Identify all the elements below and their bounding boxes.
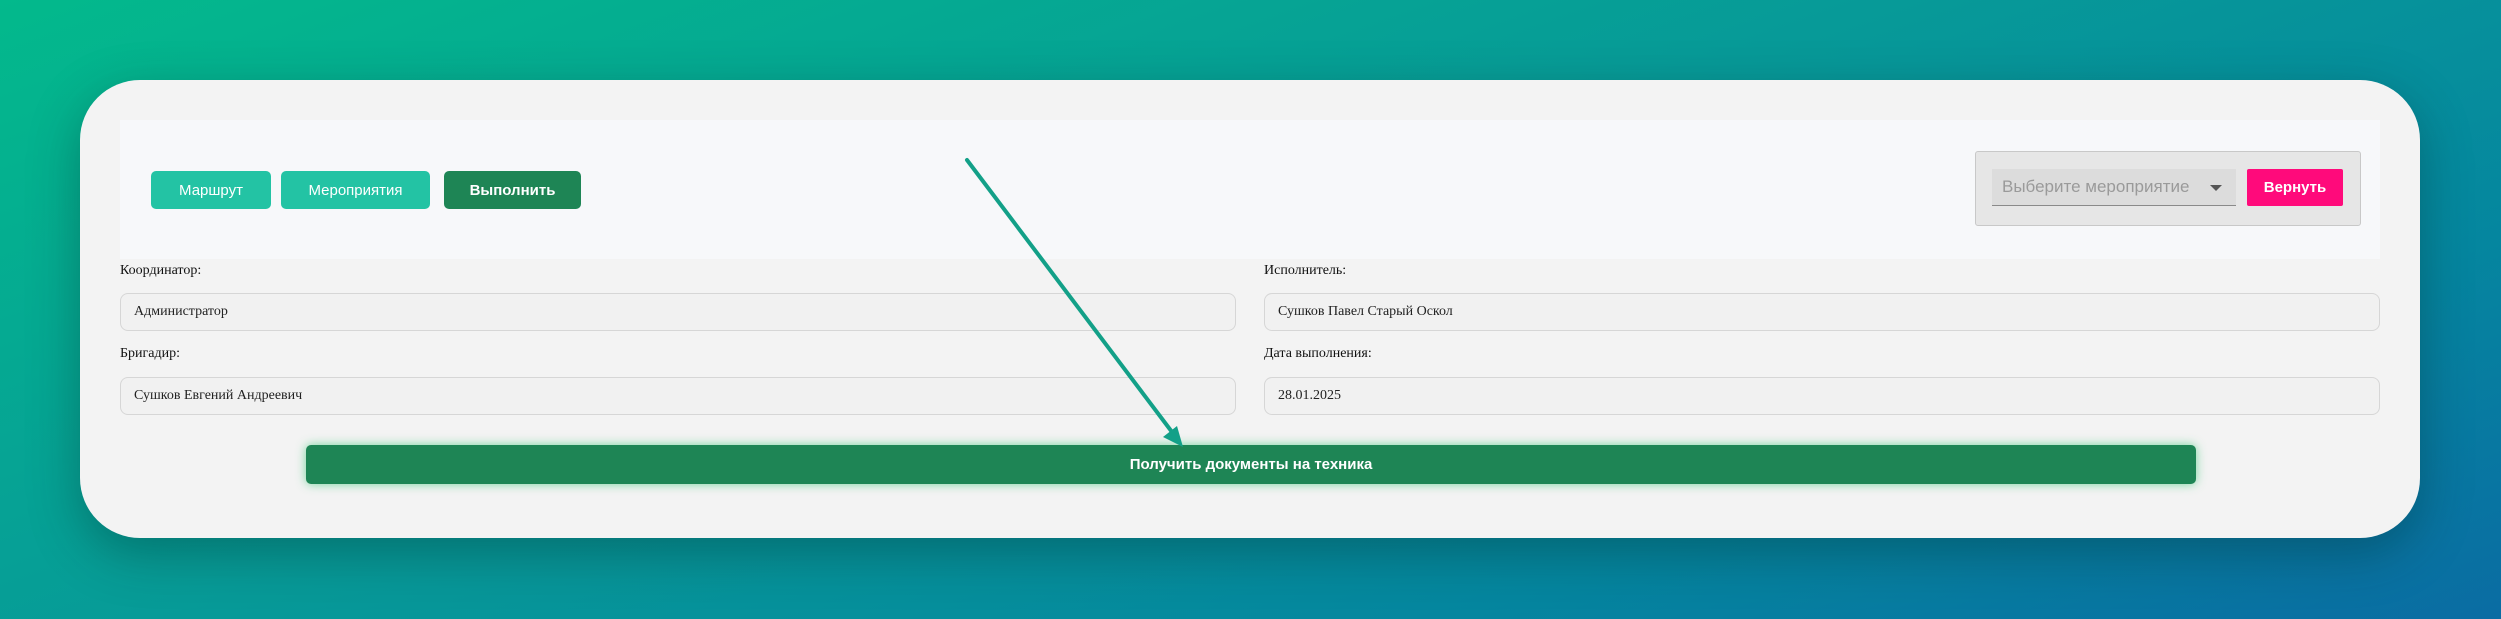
execute-button[interactable]: Выполнить — [444, 171, 581, 209]
event-select[interactable]: Выберите мероприятие — [1992, 169, 2236, 206]
toolbar: Маршрут Мероприятия Выполнить Выберите м… — [120, 120, 2380, 259]
coordinator-label: Координатор: — [120, 263, 202, 278]
foreman-label: Бригадир: — [120, 346, 180, 361]
event-select-placeholder: Выберите мероприятие — [2002, 177, 2190, 196]
executor-label: Исполнитель: — [1264, 263, 1347, 278]
date-field[interactable]: 28.01.2025 — [1264, 377, 2380, 415]
get-documents-button[interactable]: Получить документы на техника — [306, 445, 2196, 484]
return-button[interactable]: Вернуть — [2247, 169, 2343, 206]
main-card: Маршрут Мероприятия Выполнить Выберите м… — [80, 80, 2420, 538]
events-button[interactable]: Мероприятия — [281, 171, 430, 209]
chevron-down-icon — [2210, 185, 2222, 191]
event-selector-panel: Выберите мероприятие Вернуть — [1975, 151, 2361, 226]
date-label: Дата выполнения: — [1264, 346, 1372, 361]
route-button[interactable]: Маршрут — [151, 171, 271, 209]
coordinator-field[interactable]: Администратор — [120, 293, 1236, 331]
foreman-field[interactable]: Сушков Евгений Андреевич — [120, 377, 1236, 415]
executor-field[interactable]: Сушков Павел Старый Оскол — [1264, 293, 2380, 331]
